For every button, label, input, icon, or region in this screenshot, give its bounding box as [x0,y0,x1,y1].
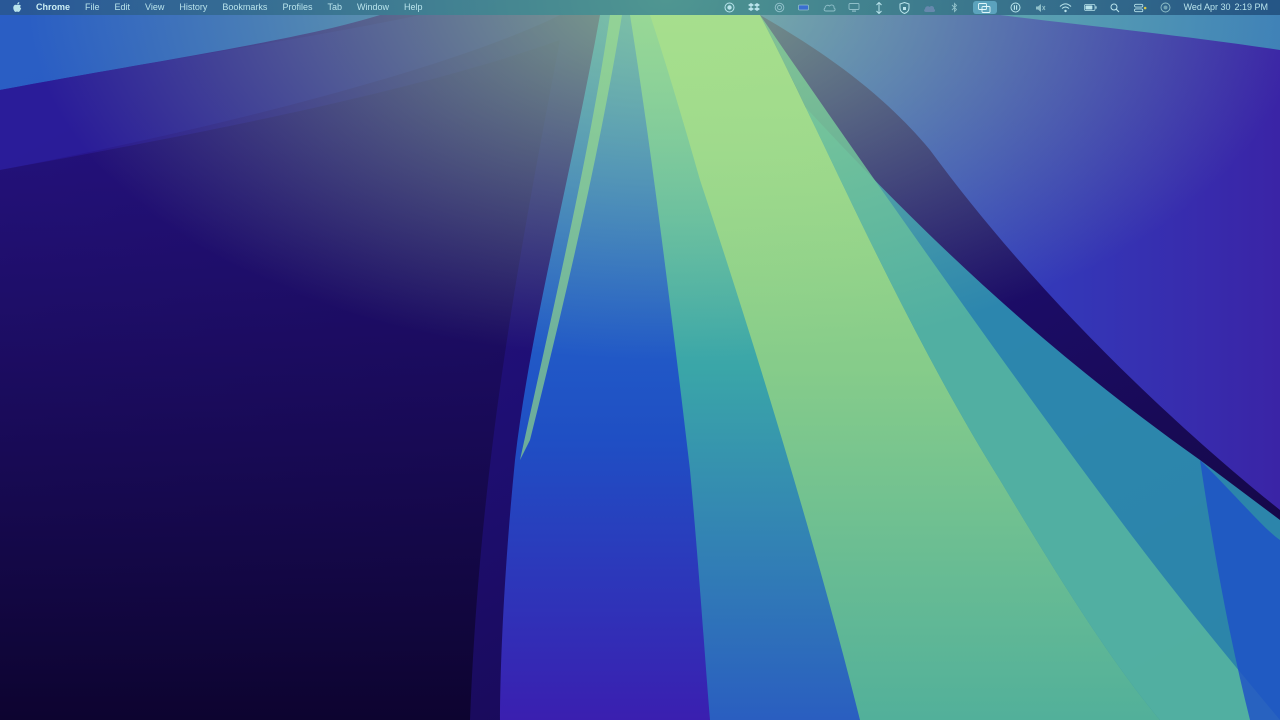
menu-tab[interactable]: Tab [327,0,342,15]
vpn-icon[interactable] [898,1,911,14]
focus-icon[interactable] [1009,1,1022,14]
menu-file[interactable]: File [85,0,100,15]
app-menu-chrome[interactable]: Chrome [36,0,70,15]
menu-history[interactable]: History [179,0,207,15]
apple-icon[interactable] [12,2,22,13]
battery-icon[interactable] [1083,1,1097,14]
bluetooth-icon[interactable] [948,1,961,14]
spotlight-search-icon[interactable] [1109,1,1122,14]
dropbox-icon[interactable] [748,1,761,14]
menu-window[interactable]: Window [357,0,389,15]
display-icon[interactable] [848,1,861,14]
menu-view[interactable]: View [145,0,164,15]
wifi-icon[interactable] [1059,1,1072,14]
menu-profiles[interactable]: Profiles [282,0,312,15]
battery-meter-icon[interactable] [798,1,811,14]
cloud-icon[interactable] [823,1,836,14]
screen-mirroring-icon[interactable] [972,1,997,14]
menu-bar: Chrome File Edit View History Bookmarks … [0,0,1280,15]
menu-help[interactable]: Help [404,0,423,15]
siri-icon[interactable] [1159,1,1172,14]
wallpaper [0,0,1280,720]
clock-date: Wed Apr 30 [1183,2,1231,12]
transfer-icon[interactable] [873,1,886,14]
menubar-clock[interactable]: Wed Apr 30 2:19 PM [1184,0,1268,15]
menu-edit[interactable]: Edit [115,0,131,15]
control-center-icon[interactable] [1133,1,1147,14]
weather-icon[interactable] [923,1,936,14]
clock-time: 2:19 PM [1234,2,1268,12]
menu-bookmarks[interactable]: Bookmarks [222,0,267,15]
record-icon[interactable] [723,1,736,14]
sync-icon[interactable] [773,1,786,14]
desktop: Chrome File Edit View History Bookmarks … [0,0,1280,720]
mute-icon[interactable] [1034,1,1047,14]
